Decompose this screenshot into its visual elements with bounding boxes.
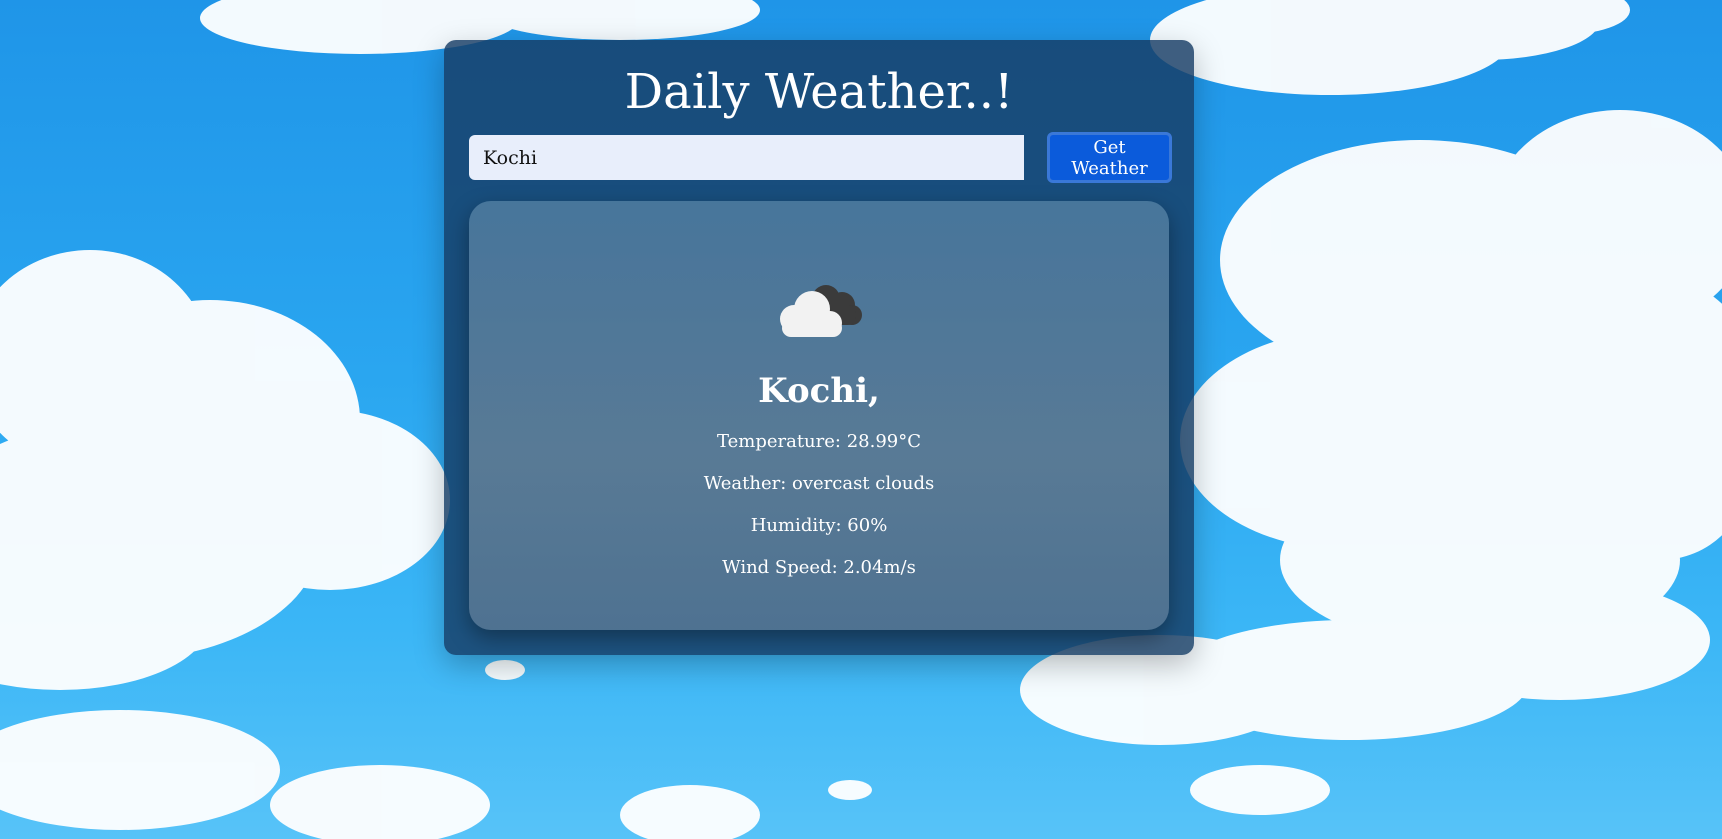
city-search-input[interactable] xyxy=(469,135,1024,180)
weather-description-text: Weather: overcast clouds xyxy=(703,473,935,494)
overcast-cloud-icon xyxy=(780,285,862,337)
get-weather-button[interactable]: Get Weather xyxy=(1047,132,1172,183)
weather-card: Kochi, Temperature: 28.99°C Weather: ove… xyxy=(469,201,1169,630)
temperature-text: Temperature: 28.99°C xyxy=(716,431,921,452)
search-bar: Get Weather xyxy=(469,132,1172,187)
humidity-text: Humidity: 60% xyxy=(750,515,888,536)
weather-app-panel: Daily Weather..! Get Weather Kochi, Temp… xyxy=(444,40,1194,655)
city-name: Kochi, xyxy=(758,371,880,411)
wind-speed-text: Wind Speed: 2.04m/s xyxy=(722,557,916,578)
app-title: Daily Weather..! xyxy=(624,64,1014,120)
